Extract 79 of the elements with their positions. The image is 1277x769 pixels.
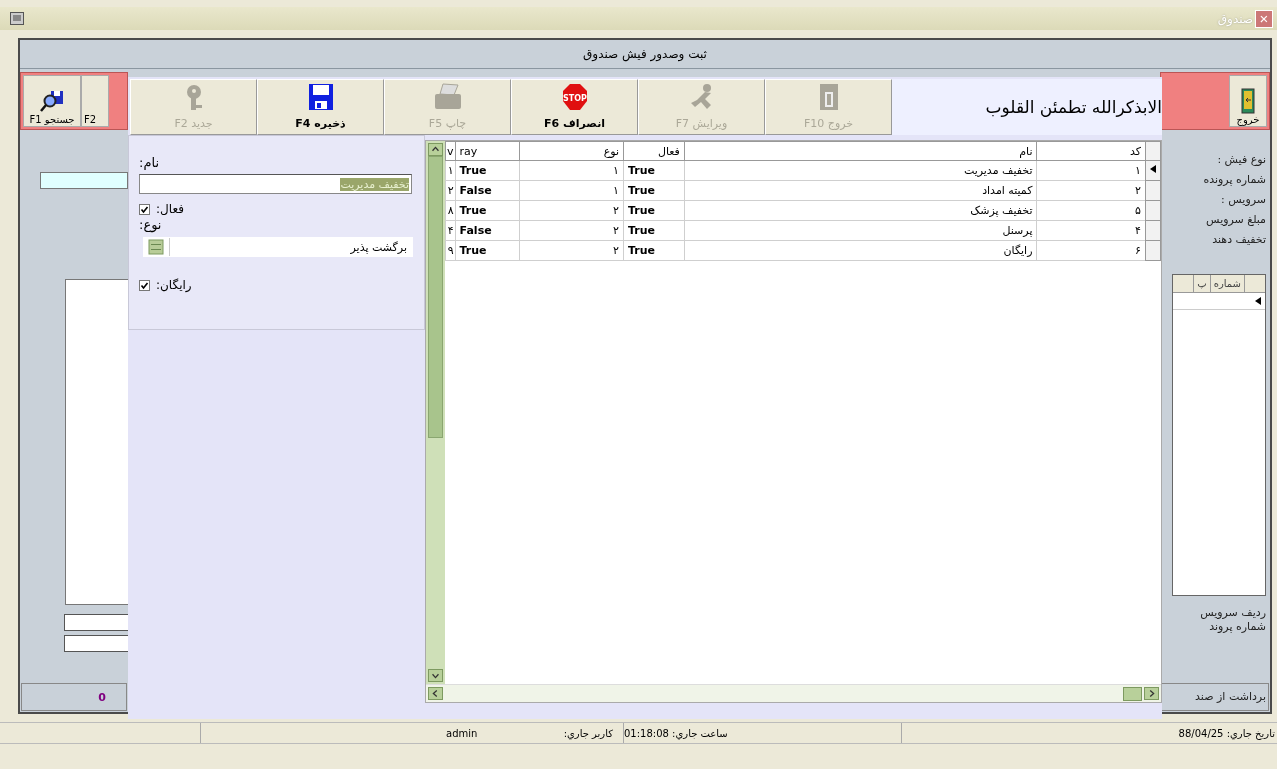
table-cell: ۸ <box>445 200 456 221</box>
column-header[interactable]: کد <box>1036 141 1146 161</box>
list-icon <box>148 239 164 255</box>
table-cell: ۹ <box>445 240 456 261</box>
checkbox[interactable] <box>139 279 150 291</box>
table-cell: True <box>623 220 685 241</box>
form-title: ثبت وصدور فیش صندوق <box>20 40 1270 69</box>
checkbox-label: فعال: <box>156 202 184 216</box>
table-cell: True <box>623 160 685 181</box>
user-name: admin <box>446 727 478 739</box>
row-pointer-icon <box>1148 164 1158 174</box>
vertical-scrollbar[interactable] <box>426 141 445 684</box>
search-icon <box>39 90 65 114</box>
status-label: کاربر جاري: <box>563 727 613 739</box>
scroll-right-button[interactable] <box>1144 687 1159 700</box>
row-pointer-icon <box>1253 296 1263 306</box>
input-field[interactable] <box>40 172 128 189</box>
table-cell: ۴ <box>445 220 456 241</box>
field-label: مبلغ سرویس <box>1206 212 1266 228</box>
table-cell: ۲ <box>445 180 456 201</box>
exit-door-icon <box>1241 88 1255 114</box>
table-cell: ۲ <box>519 240 624 261</box>
field-label: نوع فیش : <box>1217 152 1266 168</box>
field-label: شماره پروند <box>1209 620 1266 634</box>
table-cell: True <box>623 200 685 221</box>
column-header[interactable]: نوع <box>519 141 624 161</box>
window-title: صندوق <box>1217 11 1253 26</box>
column-header[interactable]: نام <box>684 141 1037 161</box>
field-label: نام: <box>139 154 159 172</box>
scroll-up-button[interactable] <box>428 143 443 156</box>
table-cell: تخفیف پزشک <box>684 200 1037 221</box>
table-cell: ۲ <box>519 200 624 221</box>
toolbar-button[interactable]: جستجو F1 <box>23 75 81 127</box>
scroll-left-button[interactable] <box>428 687 443 700</box>
field-label: تخفیف دهند <box>1212 232 1266 248</box>
field-label: ردیف سرویس <box>1200 606 1266 620</box>
column-header: شماره <box>1209 275 1244 292</box>
table-cell: ۴ <box>1036 220 1146 241</box>
scroll-down-button[interactable] <box>428 669 443 682</box>
column-header[interactable]: فعال <box>623 141 685 161</box>
checkbox[interactable] <box>139 203 150 215</box>
amount-text: 0 <box>98 690 106 704</box>
table-cell: ۱ <box>519 180 624 201</box>
status-time: ساعت جاري: 01:18:08 <box>624 727 728 739</box>
column-header: پ <box>1193 275 1210 292</box>
dropdown-field[interactable]: برگشت پذیر <box>143 237 413 257</box>
footer-label: برداشت از صند <box>1195 689 1266 705</box>
scroll-thumb[interactable] <box>1123 686 1142 701</box>
horizontal-scrollbar[interactable] <box>426 684 1161 702</box>
field-label: سرویس : <box>1221 192 1266 208</box>
table-cell: True <box>623 240 685 261</box>
motto-text: الابذکرالله تطمئن القلوب <box>892 79 1162 135</box>
table-cell: رایگان <box>684 240 1037 261</box>
field-label: نوع: <box>139 216 162 234</box>
table-cell: پرسنل <box>684 220 1037 241</box>
table-cell: False <box>455 180 520 201</box>
table-cell: True <box>623 180 685 201</box>
table-cell: True <box>455 160 520 181</box>
toolbar-button[interactable]: ذخیره F4 <box>257 79 384 135</box>
table-cell: ۵ <box>1036 200 1146 221</box>
table-cell: ۲ <box>1036 180 1146 201</box>
column-header[interactable]: ray <box>455 141 520 161</box>
app-icon <box>10 12 24 25</box>
field-label: شماره پرونده <box>1203 172 1266 188</box>
exit-button[interactable]: خروج <box>1229 75 1267 127</box>
column-header[interactable]: v <box>445 141 456 161</box>
table-cell: ۱ <box>445 160 456 181</box>
checkbox-label: رایگان: <box>156 278 192 292</box>
toolbar-button[interactable]: F2 <box>81 75 109 127</box>
table-cell: کمیته امداد <box>684 180 1037 201</box>
table-cell: False <box>455 220 520 241</box>
table-cell: ۶ <box>1036 240 1146 261</box>
table-cell: True <box>455 200 520 221</box>
table-cell: ۱ <box>519 160 624 181</box>
table-cell: تخفیف مدیریت <box>684 160 1037 181</box>
status-date: تاریخ جاري: 88/04/25 <box>1178 727 1275 739</box>
table-cell: ۱ <box>1036 160 1146 181</box>
table-cell: True <box>455 240 520 261</box>
table-cell: ۲ <box>519 220 624 241</box>
